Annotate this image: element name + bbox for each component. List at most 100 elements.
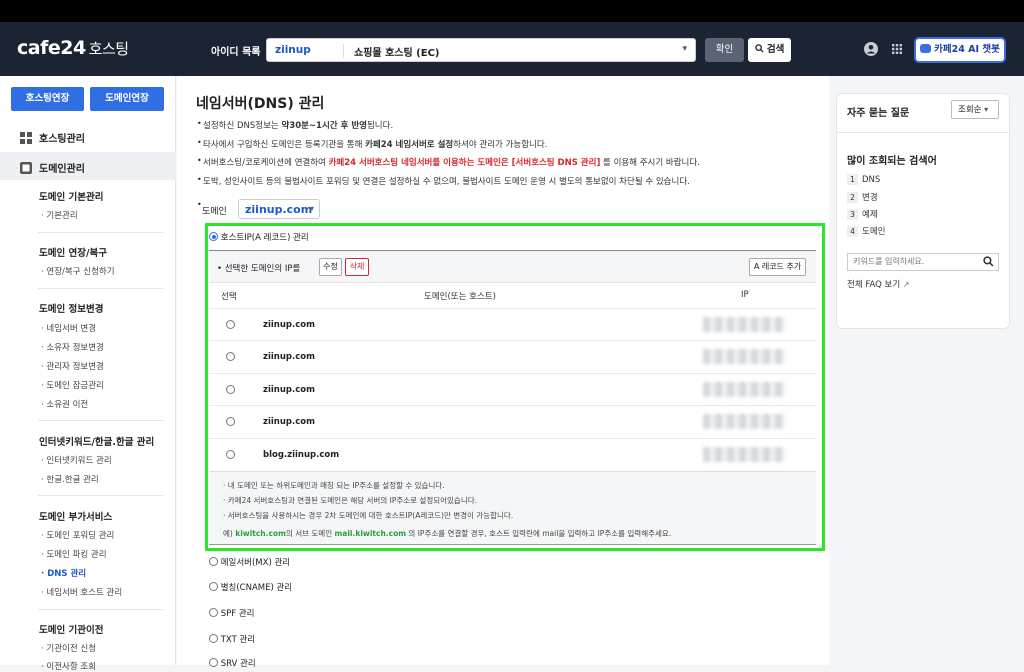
sidebar-subitem[interactable]: · 이전사항 조회 [41,660,96,672]
divider [38,495,164,496]
sidebar-subitem[interactable]: · 연장/복구 신청하기 [41,265,115,277]
sidebar-subitem[interactable]: · 도메인 포워딩 관리 [41,529,114,541]
domain-value: ziinup.com [245,203,313,216]
search-icon [754,44,764,53]
popular-keyword[interactable]: 1 DNS [847,174,880,185]
sidebar-subitem[interactable]: · 네임서버 호스트 관리 [41,586,122,598]
ip-cell-redacted [703,414,785,429]
sidebar-subitem[interactable]: · 네임서버 변경 [41,322,96,334]
host-cell: ziinup.com [263,385,315,395]
ai-chatbot-button[interactable]: 카페24 AI 챗봇 [914,37,1006,63]
radio-button[interactable] [226,385,235,394]
radio-cname-record[interactable]: 별칭(CNAME) 관리 [209,581,292,593]
chevron-down-icon: ▾ [309,204,314,213]
search-icon[interactable] [983,256,994,267]
table-row[interactable]: blog.ziinup.com [209,438,816,470]
sidebar-subitem[interactable]: · 관리자 정보변경 [41,360,104,372]
sidebar-group-title: 인터넷키워드/한글.한글 관리 [39,437,155,448]
bullet: • [197,138,202,147]
divider [343,44,344,58]
bullet: • [197,119,202,128]
radio-button[interactable] [226,320,235,329]
radio-button[interactable] [209,608,218,617]
sidebar-subitem-dns[interactable]: · DNS 관리 [41,567,86,579]
ip-cell-redacted [703,317,785,332]
divider [837,132,1009,133]
radio-txt-record[interactable]: TXT 관리 [209,633,255,645]
edit-button[interactable]: 수정 [319,258,342,276]
faq-all-link[interactable]: 전체 FAQ 보기 ↗ [847,278,910,290]
column-header-ip: IP [741,290,749,300]
delete-button[interactable]: 삭제 [345,258,369,276]
host-cell: ziinup.com [263,417,315,427]
sidebar-subitem[interactable]: · 도메인 파킹 관리 [41,548,107,560]
divider [38,420,164,421]
sidebar-group-title: 도메인 부가서비스 [39,512,113,523]
faq-sort-select[interactable]: 조회순 ▾ [951,100,999,119]
radio-button[interactable] [209,658,218,667]
table-row[interactable]: ziinup.com [209,405,816,437]
popular-keyword[interactable]: 2 변경 [847,191,878,203]
radio-button[interactable] [226,450,235,459]
table-row[interactable]: ziinup.com [209,373,816,405]
host-cell: blog.ziinup.com [263,450,340,460]
record-toolbar: • 선택한 도메인의 IP를 수정 삭제 A 레코드 추가 [209,251,816,283]
table-row[interactable]: ziinup.com [209,340,816,372]
help-example: 예) kiwitch.com의 서브 도메인 mail.kiwitch.com … [223,529,672,538]
popular-keyword[interactable]: 4 도메인 [847,225,885,237]
sidebar-subitem[interactable]: · 도메인 잠금관리 [41,379,104,391]
ip-cell-redacted [703,447,785,462]
search-button[interactable]: 검색 [748,38,791,62]
divider [38,609,164,610]
radio-button[interactable] [226,352,235,361]
radio-srv-record[interactable]: SRV 관리 [209,657,256,669]
add-a-record-button[interactable]: A 레코드 추가 [749,258,806,276]
bullet: • [197,175,202,184]
keyword-search-input[interactable]: 키워드를 입력하세요. [847,253,999,271]
radio-button[interactable] [209,634,218,643]
user-icon[interactable] [864,42,878,56]
domain-select[interactable]: ziinup.com ▾ [238,199,320,219]
notice-2: 타사에서 구입하신 도메인은 등록기관을 통해 카페24 네임서버로 설정하셔야… [203,140,548,150]
chevron-down-icon: ▾ [984,105,989,114]
help-text: · 카페24 서버호스팅과 연결된 도메인은 해당 서버의 IP주소로 설정되어… [223,496,478,505]
sidebar-group-title: 도메인 정보변경 [39,304,104,315]
domain-extend-button[interactable]: 도메인연장 [90,87,164,111]
sidebar-subitem[interactable]: · 소유자 정보변경 [41,341,104,353]
radio-button[interactable] [226,417,235,426]
sidebar-subitem[interactable]: · 소유권 이전 [41,398,88,410]
sidebar-subitem[interactable]: · 기관이전 신청 [41,642,96,654]
help-box: · 내 도메인 또는 하위도메인과 매칭 되는 IP주소를 설정할 수 있습니다… [209,471,816,545]
sidebar-subitem[interactable]: · 한글.한글 관리 [41,473,99,485]
chevron-down-icon: ▾ [682,44,687,54]
page-title: 네임서버(DNS) 관리 [196,96,325,112]
header: cafe24 호스팅 아이디 목록 ziinup 쇼핑몰 호스팅 (EC) ▾ 확… [0,22,1024,76]
host-cell: ziinup.com [263,320,315,330]
radio-mx-record[interactable]: 메일서버(MX) 관리 [209,556,290,568]
sidebar-group-title: 도메인 기본관리 [39,192,104,203]
account-select[interactable]: ziinup 쇼핑몰 호스팅 (EC) ▾ [266,38,696,62]
radio-button[interactable] [209,232,218,241]
domain-icon [20,162,32,174]
table-row[interactable]: ziinup.com [209,308,816,340]
logo[interactable]: cafe24 호스팅 [17,37,129,59]
radio-a-record[interactable]: 호스트IP(A 레코드) 관리 [209,231,309,243]
radio-button[interactable] [209,557,218,566]
column-header-domain: 도메인(또는 호스트) [424,292,496,302]
help-text: · 서버호스팅을 사용하시는 경우 2차 도메인에 대한 호스트IP(A레코드)… [223,511,514,520]
sidebar-subitem[interactable]: · 기본관리 [41,209,78,221]
popular-keyword[interactable]: 3 예제 [847,208,878,220]
confirm-button[interactable]: 확인 [705,38,744,62]
sidebar-group-title: 도메인 기관이전 [39,625,104,636]
apps-grid-icon[interactable] [890,42,904,56]
sidebar-item-domain[interactable]: 도메인관리 [20,160,85,175]
radio-spf-record[interactable]: SPF 관리 [209,607,254,619]
sidebar-item-hosting[interactable]: 호스팅관리 [20,130,85,145]
grid-icon [20,132,32,144]
help-text: · 내 도메인 또는 하위도메인과 매칭 되는 IP주소를 설정할 수 있습니다… [223,481,445,490]
sidebar-subitem[interactable]: · 인터넷키워드 관리 [41,454,112,466]
account-type: 쇼핑몰 호스팅 (EC) [354,48,440,59]
ai-chatbot-label: 카페24 AI 챗봇 [934,44,1000,55]
radio-button[interactable] [209,582,218,591]
hosting-extend-button[interactable]: 호스팅연장 [11,87,84,111]
